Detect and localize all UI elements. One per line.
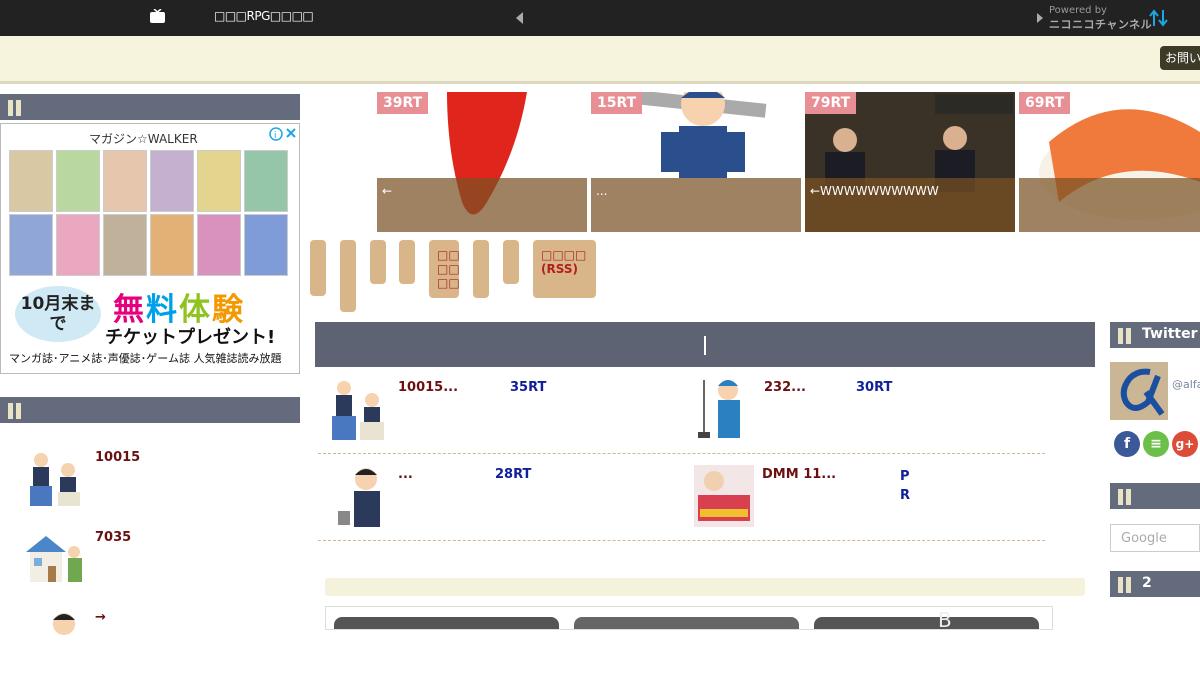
feed-entry[interactable]: 10015... 35RT [330,378,690,464]
list-item[interactable]: → [24,610,294,680]
powered-by-label: Powered by [1049,5,1107,16]
entry-rt-count[interactable]: 28RT [495,467,531,482]
tv-icon[interactable] [149,9,166,25]
top-bar: □□□RPG□□□□ Powered by ニコニコチャンネル [0,0,1200,36]
tab[interactable] [310,240,326,296]
left-section-header [0,94,300,120]
feed-entry[interactable]: 232... 30RT [696,378,1056,464]
ad-footer-text: マンガ誌･アニメ誌･声優誌･ゲーム誌 人気雑誌読み放題 [9,352,282,365]
tab-stacked[interactable]: □□ □□ □□ [429,240,460,298]
contact-button[interactable]: お問い [1160,46,1200,70]
rt-badge: 15RT [591,92,643,114]
feed-entry[interactable]: DMM 11... P R [694,465,1054,551]
svg-text:i: i [274,131,277,141]
bottom-ad-banner[interactable]: B [325,606,1053,630]
feed-header [315,322,1095,367]
rt-badge: 39RT [377,92,429,114]
entry-title[interactable]: ... [398,467,413,482]
alpha-avatar[interactable] [1110,362,1168,420]
slide-caption[interactable]: ←WWWWWWWWWW [805,178,1015,232]
promo-bubble: 10月末まで [15,286,101,342]
rt-badge: 69RT [1019,92,1071,114]
triangle-left-icon[interactable] [516,12,523,24]
entry-title[interactable]: 10015... [398,380,458,395]
slide[interactable]: 69RT [1019,92,1200,232]
ad-info-icon[interactable]: i [269,126,299,142]
slide-caption[interactable]: ... [591,178,801,232]
section-bars-icon [1118,577,1132,593]
ad-brand: マガジン☆WALKER [89,132,198,146]
tab[interactable] [473,240,489,298]
list-item-title[interactable]: 7035 [95,530,131,545]
slide[interactable]: 15RT ... [591,92,801,232]
rt-badge: 79RT [805,92,857,114]
channel-title[interactable]: □□□RPG□□□□ [214,9,314,23]
tab[interactable] [340,240,356,312]
entry-thumbnail[interactable] [330,378,390,440]
section-bars-icon [1118,489,1132,505]
magazine-walker-ad[interactable]: マガジン☆WALKER i 10月末まで 無料体験 チケットプレゼント! マンガ… [0,123,300,374]
right-section-header-3: 2 [1110,571,1200,597]
sort-arrows-icon[interactable] [1149,8,1169,28]
businessmen-thumbnail[interactable] [24,450,86,508]
section-title: 2 [1142,575,1152,591]
section-bars-icon [8,403,22,419]
feedly-icon[interactable]: ≡ [1143,431,1169,457]
tab[interactable] [503,240,519,284]
slide-caption[interactable] [1019,178,1200,232]
feed-entry[interactable]: ... 28RT [330,465,690,551]
divider [318,540,1045,541]
list-item-title[interactable]: → [95,610,106,625]
section-bars-icon [8,100,22,116]
list-item-title[interactable]: 10015 [95,450,140,465]
tab[interactable] [399,240,415,284]
entry-rt-count[interactable]: 30RT [856,380,892,395]
entry-thumbnail[interactable] [694,465,754,527]
facebook-icon[interactable]: f [1114,431,1140,457]
person-thumbnail[interactable] [24,610,86,668]
twitter-title: Twitter [1142,326,1198,342]
rss-label-bottom: (RSS) [541,262,578,276]
site-header [0,36,1200,84]
tab-rss[interactable]: □□□□ (RSS) [533,240,596,298]
entry-title[interactable]: 232... [764,380,806,395]
twitter-section-header: Twitter [1110,322,1200,348]
entry-title[interactable]: DMM 11... [762,467,836,482]
tab[interactable] [370,240,386,284]
slide[interactable]: 39RT ← [377,92,587,232]
google-search-input[interactable]: Google [1110,524,1200,552]
list-item[interactable]: 10015 [24,450,294,520]
left-section-header-2 [0,397,300,423]
entry-thumbnail[interactable] [696,378,756,438]
svg-text:B: B [938,608,952,630]
list-item[interactable]: 7035 [24,530,294,600]
entry-rt-count[interactable]: 35RT [510,380,546,395]
magazine-covers [9,150,293,278]
house-thumbnail[interactable] [24,530,86,588]
rss-label-top: □□□□ [541,248,587,262]
ad-banner-image: B [334,608,1039,630]
google-plus-icon[interactable]: g+ [1172,431,1198,457]
entry-thumbnail[interactable] [330,465,390,527]
text-cursor [704,336,706,355]
section-bars-icon [1118,328,1132,344]
twitter-handle[interactable]: @alfa [1172,378,1200,391]
ad-promo: 10月末まで 無料体験 チケットプレゼント! [15,282,295,348]
right-section-header [1110,483,1200,509]
triangle-right-icon[interactable] [1037,13,1043,23]
entry-pr-label[interactable]: P R [900,467,910,505]
slide[interactable]: 79RT ←WWWWWWWWWW [805,92,1015,232]
divider [318,453,1045,454]
slide-caption[interactable]: ← [377,178,587,232]
feed-footer-bar [325,578,1085,596]
niconico-channel-logo[interactable]: ニコニコチャンネル [1049,16,1152,32]
promo-ticket: チケットプレゼント! [105,327,276,348]
